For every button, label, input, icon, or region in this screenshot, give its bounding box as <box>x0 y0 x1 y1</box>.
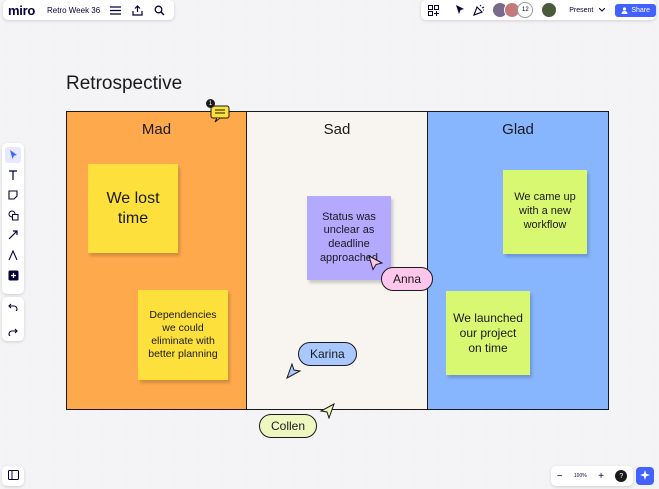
cursor-label-anna: Anna <box>381 267 434 291</box>
panel-toggle[interactable] <box>2 466 24 486</box>
comment-marker[interactable]: 1 <box>206 99 232 128</box>
export-icon[interactable] <box>130 3 144 17</box>
celebrate-icon[interactable] <box>473 3 487 17</box>
sticky-note[interactable]: We launched our project on time <box>446 291 530 375</box>
panel-toggle-icon[interactable] <box>7 467 19 485</box>
comment-count-badge: 1 <box>206 99 215 108</box>
history-toolbar <box>2 297 24 341</box>
zoom-level[interactable]: 100% <box>574 473 587 479</box>
board-header: miro Retro Week 36 <box>3 0 174 20</box>
reactions-icon[interactable] <box>453 3 467 17</box>
sticky-note[interactable]: We lost time <box>88 164 178 253</box>
select-tool-icon[interactable] <box>5 147 21 163</box>
text-tool-icon[interactable] <box>5 167 21 183</box>
help-button[interactable]: ? <box>615 470 628 482</box>
zoom-out-button[interactable]: − <box>557 471 563 482</box>
present-button[interactable]: Present <box>565 5 609 16</box>
chevron-down-icon <box>599 8 606 12</box>
menu-icon[interactable] <box>108 3 122 17</box>
present-label: Present <box>569 6 594 14</box>
share-button[interactable]: Share <box>615 3 656 17</box>
sticky-note[interactable]: Dependencies we could eliminate with bet… <box>138 290 228 380</box>
tools-toolbar <box>2 143 24 294</box>
column-glad-heading[interactable]: Glad <box>428 121 608 138</box>
cursor-label-karina: Karina <box>298 342 357 366</box>
apps-icon[interactable] <box>427 3 441 17</box>
share-label: Share <box>631 6 650 14</box>
zoom-in-button[interactable]: + <box>598 471 604 482</box>
add-icon[interactable] <box>5 267 21 283</box>
search-icon[interactable] <box>152 3 166 17</box>
column-sad-heading[interactable]: Sad <box>247 121 427 138</box>
line-tool-icon[interactable] <box>5 227 21 243</box>
pen-icon[interactable] <box>5 247 21 263</box>
cursor-pointer-icon <box>368 255 384 271</box>
sticky-note-icon[interactable] <box>5 187 21 203</box>
collaborator-count[interactable]: 12 <box>517 2 534 18</box>
user-avatar[interactable] <box>541 2 558 18</box>
redo-icon[interactable] <box>5 324 21 339</box>
zoom-controls: − 100% + ? <box>551 466 633 486</box>
cursor-pointer-icon <box>319 403 335 419</box>
undo-icon[interactable] <box>5 299 21 314</box>
collaboration-bar: 12 Present Share <box>421 0 656 20</box>
cursor-label-collen: Collen <box>259 414 318 438</box>
user-icon <box>621 6 628 14</box>
miro-logo[interactable]: miro <box>8 3 35 18</box>
header-actions <box>108 3 166 17</box>
collaborator-avatars[interactable]: 12 <box>492 2 534 18</box>
board-title[interactable]: Retrospective <box>66 73 182 95</box>
board-name[interactable]: Retro Week 36 <box>47 6 100 15</box>
ai-assist-button[interactable] <box>636 467 654 485</box>
shapes-icon[interactable] <box>5 207 21 223</box>
ai-assist-icon <box>640 467 650 485</box>
cursor-pointer-icon <box>286 363 301 379</box>
sticky-note[interactable]: We came up with a new workflow <box>503 170 587 254</box>
